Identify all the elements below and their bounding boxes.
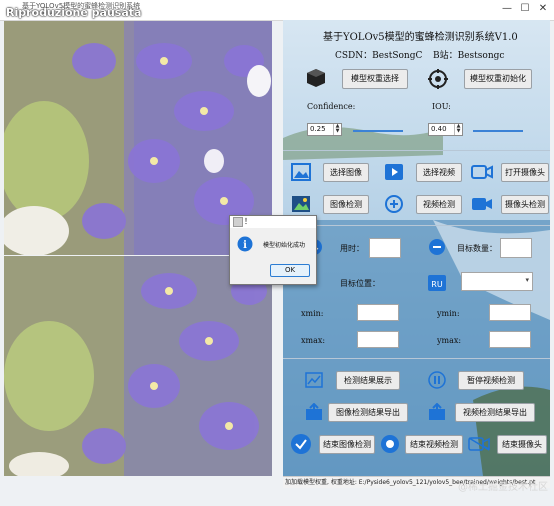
image-icon xyxy=(291,163,311,184)
minimize-button[interactable]: — xyxy=(500,2,514,16)
xmin-field xyxy=(357,304,399,321)
image-detect-button[interactable]: 图像检测 xyxy=(323,195,369,214)
info-icon: i xyxy=(237,236,253,255)
spin-arrows-icon[interactable]: ▲ ▼ xyxy=(454,124,462,135)
iou-label: IOU: xyxy=(432,102,451,111)
maximize-button[interactable]: ☐ xyxy=(518,2,532,16)
check-circle-icon xyxy=(290,433,312,458)
ymax-field xyxy=(489,331,531,348)
xmax-field xyxy=(357,331,399,348)
export-video-results-button[interactable]: 视频检测结果导出 xyxy=(455,403,535,422)
chart-icon xyxy=(305,372,323,391)
app-heading: 基于YOLOv5模型的蜜蜂检测识别系统V1.0 xyxy=(323,32,518,43)
init-model-button[interactable]: 模型权重初始化 xyxy=(464,69,532,89)
xmax-label: xmax: xyxy=(301,336,326,345)
divider xyxy=(283,225,550,226)
target-count-field xyxy=(500,238,532,258)
chevron-down-icon[interactable]: ▾ xyxy=(525,276,529,284)
svg-text:i: i xyxy=(243,240,247,251)
bilibili-label: B站：Bestsongc xyxy=(433,51,505,61)
export-image-icon xyxy=(305,402,323,424)
confidence-label: Confidence: xyxy=(307,102,356,111)
window-titlebar: 基于YOLOv5模型的蜜蜂检测识别系统 Riproduzione pausata… xyxy=(0,0,554,21)
time-label: 用时： xyxy=(340,244,364,253)
stop-record-icon xyxy=(380,434,400,457)
open-camera-button[interactable]: 打开摄像头 xyxy=(501,163,549,182)
svg-text:RU: RU xyxy=(431,280,443,289)
dialog-title: ！ xyxy=(244,217,252,226)
dialog-message: 模型初始化成功 xyxy=(263,242,306,249)
video-detect-icon xyxy=(384,194,404,217)
camera-icon xyxy=(471,165,493,182)
iou-slider[interactable] xyxy=(473,130,523,132)
pause-icon xyxy=(428,371,446,392)
close-button[interactable]: ✕ xyxy=(536,2,550,16)
confidence-slider[interactable] xyxy=(353,130,403,132)
xmin-label: xmin: xyxy=(301,309,324,318)
select-video-button[interactable]: 选择视频 xyxy=(416,163,462,182)
video-paused-overlay: Riproduzione pausata xyxy=(6,6,142,19)
hud-icon: RU xyxy=(428,275,446,294)
export-image-results-button[interactable]: 图像检测结果导出 xyxy=(328,403,408,422)
end-camera-button[interactable]: 结束摄像头 xyxy=(497,435,547,454)
divider xyxy=(283,358,550,359)
end-image-detect-button[interactable]: 结束图像检测 xyxy=(319,435,375,454)
dialog-titlebar: ！ xyxy=(230,216,316,228)
target-count-label: 目标数量： xyxy=(457,244,497,253)
detection-image-view xyxy=(4,256,272,476)
target-position-select[interactable]: ▾ xyxy=(461,272,533,291)
camera-detect-icon xyxy=(471,197,493,214)
cube-icon xyxy=(305,67,327,92)
message-dialog: ！ i 模型初始化成功 OK xyxy=(229,215,317,285)
ymin-field xyxy=(489,304,531,321)
export-video-icon xyxy=(428,402,446,424)
iou-value: 0.40 xyxy=(431,125,447,133)
divider xyxy=(283,150,550,151)
camera-off-icon xyxy=(468,437,490,454)
select-model-button[interactable]: 模型权重选择 xyxy=(342,69,408,89)
count-icon xyxy=(428,238,446,259)
video-file-icon xyxy=(384,163,404,184)
ymax-label: ymax: xyxy=(437,336,462,345)
target-settings-icon xyxy=(428,69,448,92)
control-panel: 基于YOLOv5模型的蜜蜂检测识别系统V1.0 CSDN：BestSongC B… xyxy=(283,20,550,476)
target-position-label: 目标位置： xyxy=(340,279,380,288)
iou-spinbox[interactable]: 0.40 ▲ ▼ xyxy=(428,123,463,136)
show-results-button[interactable]: 检测结果展示 xyxy=(336,371,400,390)
video-detect-button[interactable]: 视频检测 xyxy=(416,195,462,214)
image-detect-icon xyxy=(291,195,311,216)
pause-video-button[interactable]: 暂停视频检测 xyxy=(458,371,524,390)
app-icon xyxy=(233,217,243,227)
ok-button[interactable]: OK xyxy=(270,264,310,277)
confidence-spinbox[interactable]: 0.25 ▲ ▼ xyxy=(307,123,342,136)
ymin-label: ymin: xyxy=(437,309,460,318)
csdn-label: CSDN：BestSongC xyxy=(335,51,423,61)
spin-arrows-icon[interactable]: ▲ ▼ xyxy=(333,124,341,135)
watermark: @稀土掘金技术社区 xyxy=(458,482,548,493)
time-field xyxy=(369,238,401,258)
confidence-value: 0.25 xyxy=(310,125,326,133)
select-image-button[interactable]: 选择图像 xyxy=(323,163,369,182)
end-video-detect-button[interactable]: 结束视频检测 xyxy=(405,435,463,454)
camera-detect-button[interactable]: 摄像头检测 xyxy=(501,195,549,214)
